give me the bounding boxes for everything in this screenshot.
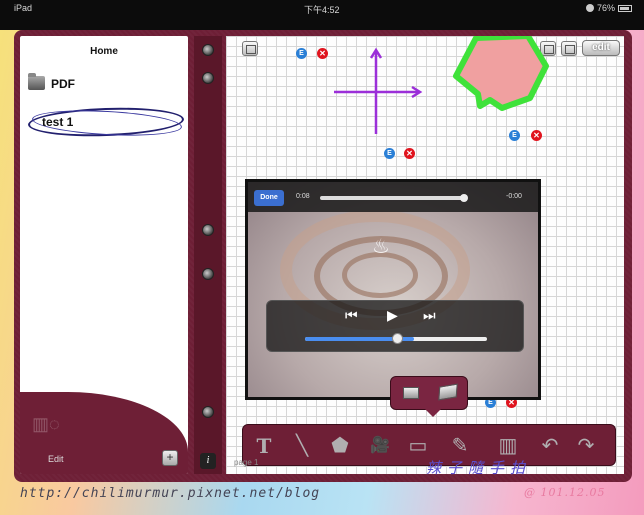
sidebar-footer: ▥◌ Edit + xyxy=(20,392,188,474)
info-button[interactable]: i xyxy=(200,453,216,469)
scrubber-track[interactable] xyxy=(320,196,466,200)
notebook-icon: ▥◌ xyxy=(32,414,60,434)
clock: 下午4:52 xyxy=(304,5,340,15)
battery-percent: 76% xyxy=(596,3,615,13)
line-tool-icon[interactable]: ╲ xyxy=(289,433,315,459)
next-icon[interactable]: ⏭ xyxy=(423,307,436,324)
rivet-icon xyxy=(202,406,214,418)
redo-icon[interactable]: ↷ xyxy=(573,433,599,459)
scrubber-knob[interactable] xyxy=(460,194,468,202)
delete-object-icon[interactable]: ✕ xyxy=(317,48,328,59)
device-label: iPad xyxy=(14,3,33,13)
sidebar-item-label: PDF xyxy=(51,77,75,91)
drawing-canvas[interactable]: edit E ✕ E ✕ E ✕ E ✕ ♨ Done 0:08 -0:00 ⏮… xyxy=(226,36,624,474)
done-button[interactable]: Done xyxy=(254,190,284,206)
rivet-icon xyxy=(202,268,214,280)
sidebar-item-label: test 1 xyxy=(42,115,74,129)
sidebar-item-test-1[interactable]: test 1 xyxy=(27,105,186,139)
rivet-icon xyxy=(202,44,214,56)
blog-url-watermark: http://chilimurmur.pixnet.net/blog xyxy=(20,486,321,501)
pen-tool-icon[interactable]: ✎ xyxy=(447,433,473,459)
playback-controls: ⏮ ▶ ⏭ xyxy=(266,300,524,352)
video-player[interactable]: ♨ Done 0:08 -0:00 ⏮ ▶ ⏭ xyxy=(245,179,541,400)
sidebar-title: Home xyxy=(90,46,118,57)
battery-status: 76% xyxy=(585,3,632,13)
edit-object-icon[interactable]: E xyxy=(509,130,520,141)
rivet-icon xyxy=(202,224,214,236)
time-elapsed: 0:08 xyxy=(296,193,310,200)
time-remaining: -0:00 xyxy=(506,193,522,200)
binder-spine: i xyxy=(194,36,222,474)
date-watermark: @ 101.12.05 xyxy=(524,486,606,499)
undo-icon[interactable]: ↶ xyxy=(537,433,563,459)
battery-icon xyxy=(618,5,632,12)
edit-object-icon[interactable]: E xyxy=(384,148,395,159)
delete-object-icon[interactable]: ✕ xyxy=(404,148,415,159)
parallelogram-option-icon[interactable] xyxy=(438,383,458,401)
rectangle-option-icon[interactable] xyxy=(403,387,419,399)
play-icon[interactable]: ▶ xyxy=(387,307,398,324)
edit-object-icon[interactable]: E xyxy=(296,48,307,59)
rotation-lock-icon xyxy=(585,4,594,12)
status-bar: iPad 下午4:52 76% xyxy=(0,0,644,30)
steam-icon: ♨ xyxy=(372,236,390,258)
rectangle-tool-icon[interactable]: ▭ xyxy=(405,433,431,459)
signature-watermark: 辣子隨手拍 xyxy=(426,459,532,477)
drawn-shapes xyxy=(334,36,549,134)
keyboard-tool-icon[interactable]: ▥ xyxy=(495,433,521,459)
folder-icon xyxy=(28,73,45,90)
sidebar: Home PDF test 1 ▥◌ Edit + xyxy=(20,36,188,474)
video-top-bar: Done 0:08 -0:00 xyxy=(248,182,538,212)
delete-object-icon[interactable]: ✕ xyxy=(531,130,542,141)
video-camera-tool-icon[interactable]: 🎥 xyxy=(367,433,393,459)
rivet-icon xyxy=(202,72,214,84)
add-page-button[interactable]: + xyxy=(162,450,178,466)
page-label: page 1 xyxy=(234,458,259,467)
pentagon-tool-icon[interactable]: ⬟ xyxy=(327,433,353,459)
edit-button[interactable]: Edit xyxy=(48,454,64,464)
speech-box-shape[interactable] xyxy=(453,36,549,111)
shape-picker-popup xyxy=(390,376,468,417)
cross-arrow-shape[interactable] xyxy=(334,47,423,134)
volume-knob[interactable] xyxy=(392,333,403,344)
previous-icon[interactable]: ⏮ xyxy=(345,307,358,324)
text-tool-icon[interactable]: T xyxy=(251,433,277,459)
